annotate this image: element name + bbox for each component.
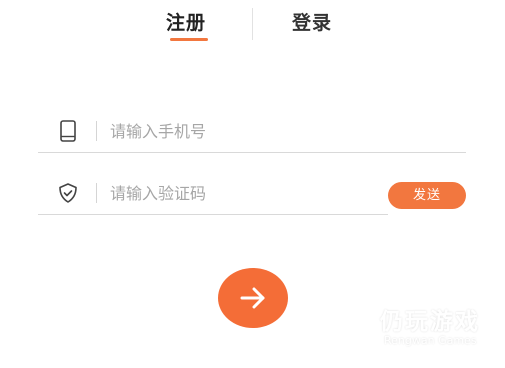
- phone-icon: [56, 119, 80, 143]
- submit-button[interactable]: [218, 268, 288, 328]
- tab-login[interactable]: 登录: [292, 10, 332, 36]
- field-separator: [96, 121, 97, 141]
- code-input[interactable]: [110, 178, 370, 208]
- watermark: 仍玩游戏 Rengwan Games: [330, 300, 500, 360]
- arrow-right-icon: [240, 287, 265, 309]
- send-code-button[interactable]: 发送: [388, 182, 466, 209]
- field-separator: [96, 183, 97, 203]
- code-field: [38, 172, 388, 215]
- active-tab-indicator: [170, 38, 208, 41]
- watermark-name: 仍玩游戏: [380, 309, 480, 335]
- auth-tabs: 注册 登录: [0, 0, 505, 50]
- tab-register[interactable]: 注册: [166, 10, 206, 36]
- tab-divider: [252, 8, 253, 40]
- phone-field: [38, 110, 466, 153]
- watermark-subtitle: Rengwan Games: [384, 334, 477, 347]
- phone-input[interactable]: [110, 116, 370, 146]
- shield-check-icon: [56, 181, 80, 205]
- watermark-logo-icon: [333, 305, 368, 347]
